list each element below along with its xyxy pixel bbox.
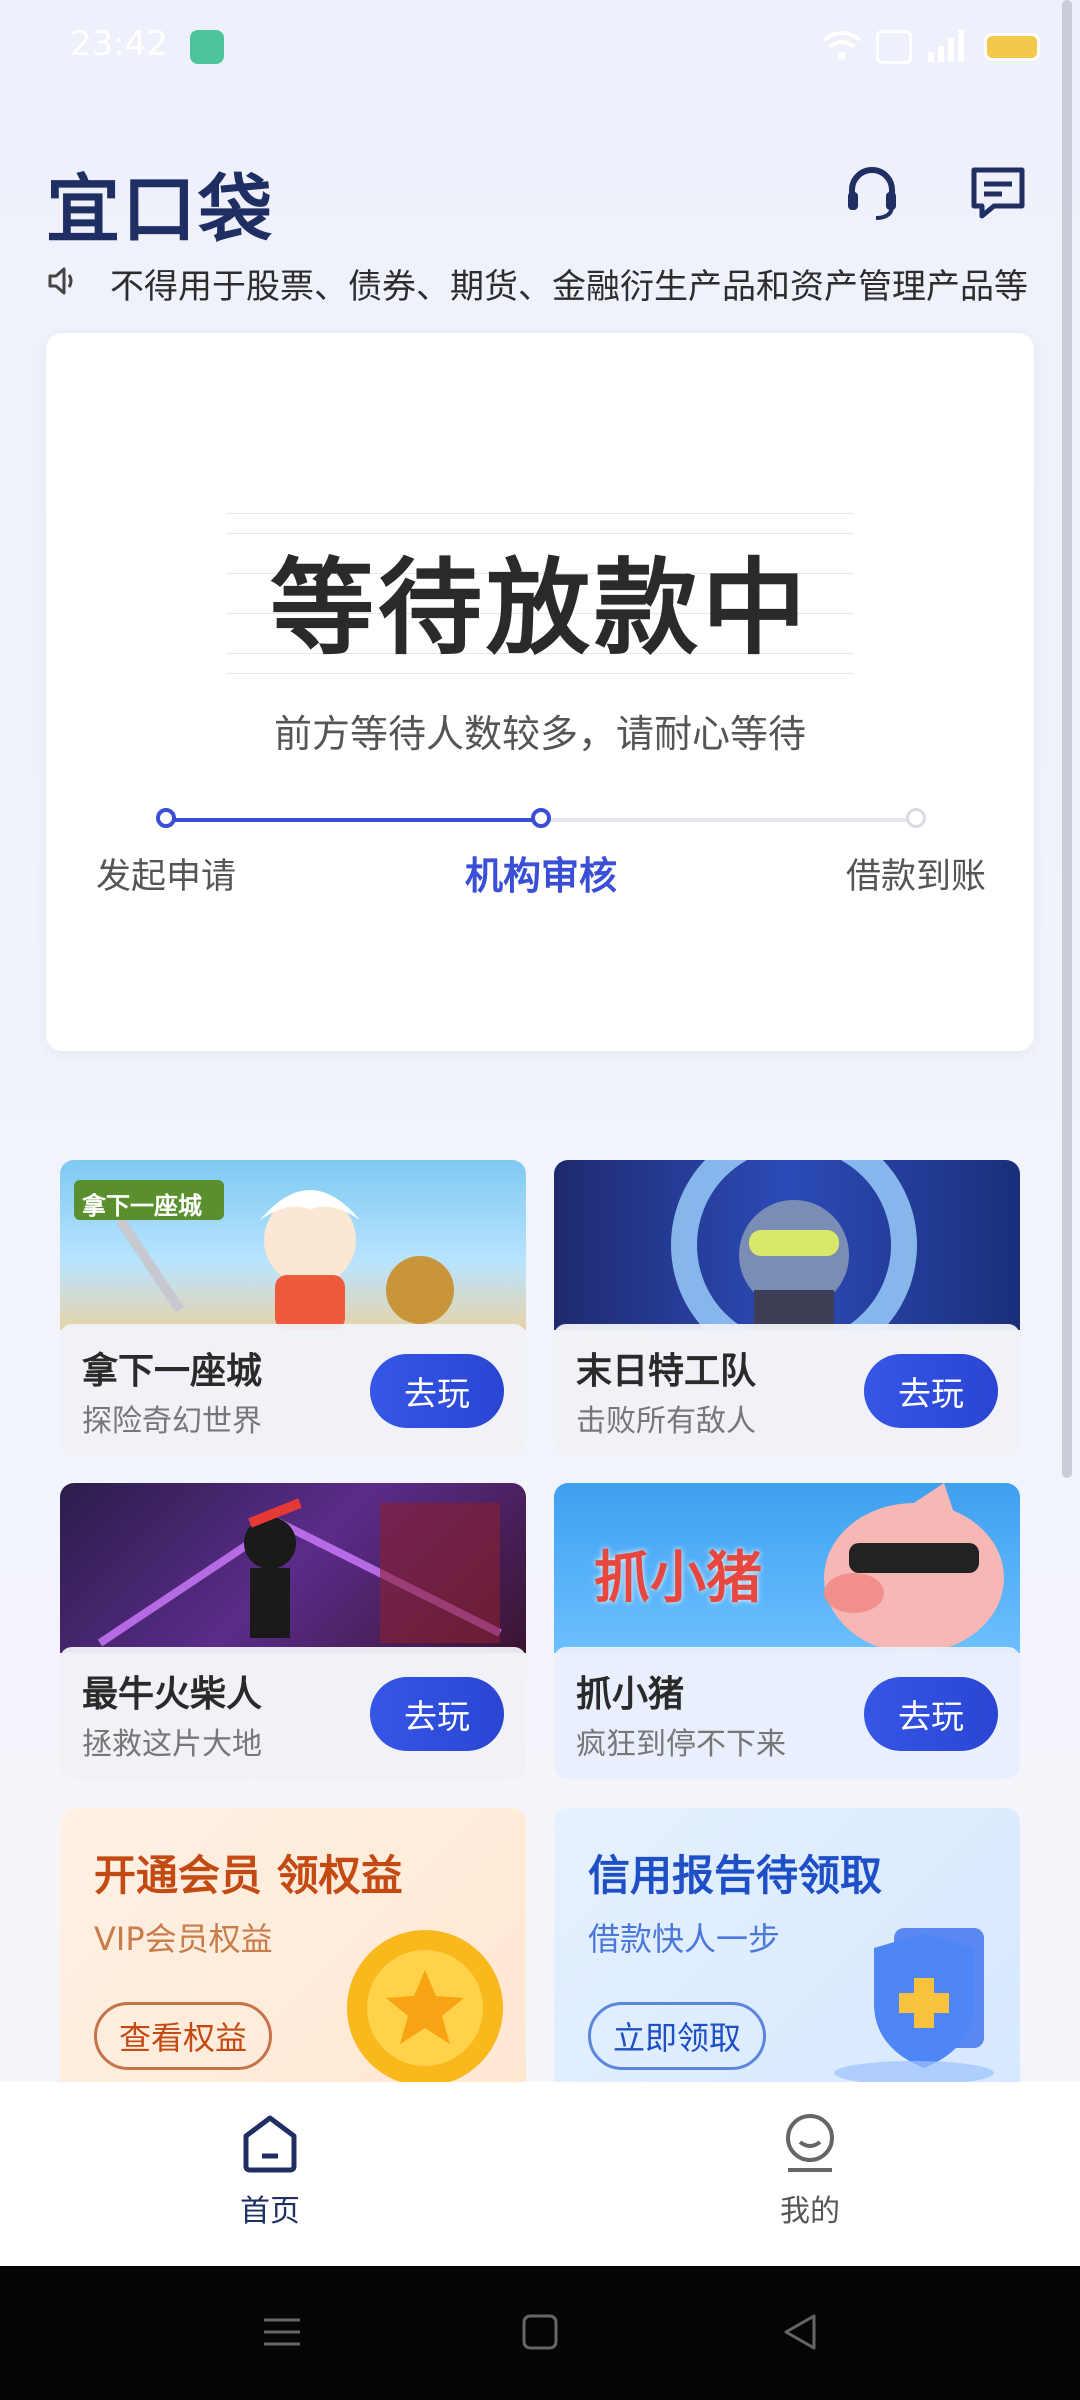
promo-subtitle: VIP会员权益 — [94, 1920, 273, 1958]
step-label-review: 机构审核 — [464, 854, 617, 898]
notice-text: 不得用于股票、债券、期货、金融衍生产品和资产管理产品等 — [110, 266, 1028, 307]
game-title: 最牛火柴人 — [82, 1674, 263, 1715]
nav-home[interactable]: 首页 — [170, 2112, 370, 2230]
game-art: 抓小猪 — [554, 1483, 1020, 1653]
menu-icon[interactable] — [262, 2312, 302, 2356]
notice-bar[interactable]: 不得用于股票、债券、期货、金融衍生产品和资产管理产品等 — [46, 258, 1046, 308]
app-logo: 宜口袋 — [46, 167, 274, 253]
step-dot-apply — [156, 808, 176, 828]
customer-service-icon[interactable] — [840, 160, 904, 224]
game-art — [60, 1483, 526, 1653]
nav-profile-label: 我的 — [780, 2194, 840, 2229]
game-subtitle: 探险奇幻世界 — [82, 1404, 262, 1439]
status-time: 23:42 — [70, 24, 168, 64]
loan-status-title: 等待放款中 — [269, 547, 810, 669]
game-info: 最牛火柴人 拯救这片大地 去玩 — [60, 1647, 526, 1779]
gold-coin-icon — [340, 1908, 510, 2090]
game-title: 末日特工队 — [576, 1351, 757, 1392]
scrollbar[interactable] — [1062, 0, 1072, 1478]
game-badge: 抓小猪 — [594, 1546, 762, 1611]
game-card[interactable]: 拿下一座城 拿下一座城 探险奇幻世界 去玩 — [60, 1160, 526, 1456]
status-bar: 23:42 — [0, 0, 1080, 96]
game-subtitle: 疯狂到停不下来 — [576, 1727, 786, 1762]
game-card[interactable]: 末日特工队 击败所有敌人 去玩 — [554, 1160, 1020, 1456]
app-notification-icon — [190, 30, 224, 64]
game-badge: 拿下一座城 — [82, 1192, 202, 1220]
game-info: 抓小猪 疯狂到停不下来 去玩 — [554, 1647, 1020, 1779]
nav-profile[interactable]: 我的 — [710, 2112, 910, 2230]
hd-icon — [876, 30, 912, 64]
wifi-icon — [822, 28, 862, 66]
status-icons — [822, 28, 1040, 66]
game-subtitle: 拯救这片大地 — [82, 1727, 262, 1762]
loan-status-card: 等待放款中 前方等待人数较多，请耐心等待 发起申请 机构审核 借款到账 — [46, 333, 1034, 1051]
game-info: 拿下一座城 探险奇幻世界 去玩 — [60, 1324, 526, 1456]
play-button[interactable]: 去玩 — [864, 1677, 998, 1751]
game-subtitle: 击败所有敌人 — [576, 1404, 756, 1439]
step-label-apply: 发起申请 — [95, 857, 236, 897]
bottom-nav: 首页 我的 — [0, 2082, 1080, 2266]
message-icon[interactable] — [966, 160, 1030, 224]
home-button-icon[interactable] — [520, 2312, 560, 2356]
home-icon — [240, 2115, 300, 2178]
promo-subtitle: 借款快人一步 — [588, 1920, 781, 1958]
view-benefits-button[interactable]: 查看权益 — [94, 2002, 273, 2070]
credit-report-card[interactable]: 信用报告待领取 借款快人一步 立即领取 — [554, 1808, 1020, 2090]
game-info: 末日特工队 击败所有敌人 去玩 — [554, 1324, 1020, 1456]
shield-icon — [804, 1908, 1004, 2090]
back-icon[interactable] — [780, 2312, 820, 2356]
game-art — [554, 1160, 1020, 1368]
loan-status-subtitle: 前方等待人数较多，请耐心等待 — [273, 712, 806, 756]
play-button[interactable]: 去玩 — [370, 1677, 504, 1751]
game-title: 抓小猪 — [576, 1674, 685, 1715]
vip-promo-card[interactable]: 开通会员 领权益 VIP会员权益 查看权益 — [60, 1808, 526, 2090]
progress-fill — [166, 818, 541, 822]
game-card[interactable]: 最牛火柴人 拯救这片大地 去玩 — [60, 1483, 526, 1779]
battery-icon — [984, 33, 1040, 61]
speaker-icon — [46, 264, 80, 302]
claim-now-button[interactable]: 立即领取 — [588, 2002, 767, 2070]
system-nav-bar — [0, 2266, 1080, 2400]
step-dot-arrival — [906, 808, 926, 828]
play-button[interactable]: 去玩 — [864, 1354, 998, 1428]
step-label-arrival: 借款到账 — [845, 857, 986, 897]
game-art: 拿下一座城 — [60, 1160, 526, 1330]
game-title: 拿下一座城 — [82, 1351, 263, 1392]
step-dot-review — [531, 808, 551, 828]
profile-icon — [780, 2114, 840, 2178]
game-card[interactable]: 抓小猪 抓小猪 疯狂到停不下来 去玩 — [554, 1483, 1020, 1779]
play-button[interactable]: 去玩 — [370, 1354, 504, 1428]
nav-home-label: 首页 — [240, 2194, 300, 2229]
title-area: 等待放款中 — [226, 513, 854, 674]
signal-icon — [926, 28, 970, 66]
promo-title: 信用报告待领取 — [588, 1851, 883, 1900]
promo-title: 开通会员 领权益 — [94, 1851, 403, 1900]
